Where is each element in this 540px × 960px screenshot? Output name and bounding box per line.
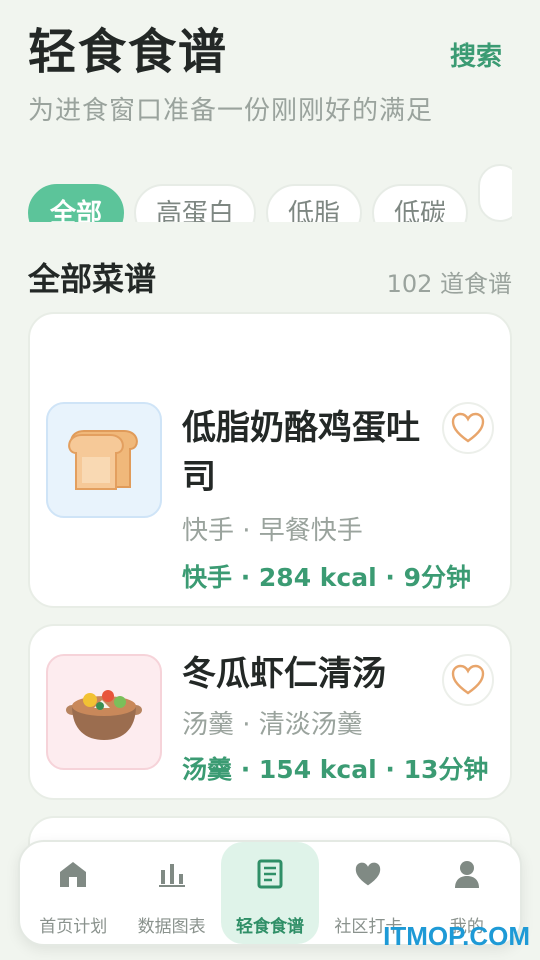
page-title: 轻食食谱 bbox=[28, 24, 229, 80]
recipe-book-icon bbox=[256, 856, 284, 892]
recipe-card[interactable]: 低脂奶酪鸡蛋吐司 快手 · 早餐快手 快手 · 284 kcal · 9分钟 bbox=[28, 312, 512, 608]
filter-chip-partial[interactable] bbox=[478, 164, 512, 222]
toast-icon bbox=[46, 402, 162, 518]
search-button[interactable]: 搜索 bbox=[450, 36, 502, 73]
tab-home-plan[interactable]: 首页计划 bbox=[24, 842, 122, 944]
recipe-tags: 快手 · 早餐快手 bbox=[182, 516, 363, 546]
tab-label: 数据图表 bbox=[137, 917, 206, 937]
soup-pot-icon bbox=[46, 654, 162, 770]
recipe-title: 低脂奶酪鸡蛋吐司 bbox=[182, 408, 420, 498]
home-icon bbox=[57, 856, 89, 892]
filter-chips: 全部 高蛋白 低脂 低碳 bbox=[28, 164, 512, 222]
tab-label: 轻食食谱 bbox=[236, 917, 305, 937]
section-title: 全部菜谱 bbox=[28, 260, 157, 298]
page-subtitle: 为进食窗口准备一份刚刚好的满足 bbox=[28, 95, 434, 126]
tab-recipes[interactable]: 轻食食谱 bbox=[220, 842, 320, 944]
favorite-button[interactable] bbox=[442, 402, 494, 454]
filter-chip-high-protein[interactable]: 高蛋白 bbox=[134, 184, 257, 222]
recipe-meta: 快手 · 284 kcal · 9分钟 bbox=[182, 563, 471, 592]
header: 轻食食谱 搜索 为进食窗口准备一份刚刚好的满足 bbox=[28, 24, 512, 127]
watermark: ITMOP.COM bbox=[383, 921, 530, 951]
filter-chip-low-carb[interactable]: 低碳 bbox=[372, 184, 469, 222]
heart-outline-icon bbox=[451, 412, 485, 443]
recipe-meta: 汤羹 · 154 kcal · 13分钟 bbox=[182, 755, 489, 784]
bar-chart-icon bbox=[157, 856, 187, 892]
filter-chip-low-fat[interactable]: 低脂 bbox=[266, 184, 363, 222]
tab-label: 首页计划 bbox=[39, 917, 108, 937]
recipe-tags: 汤羹 · 清淡汤羹 bbox=[182, 710, 363, 740]
recipe-count: 102 道食谱 bbox=[386, 270, 512, 298]
filter-chip-all[interactable]: 全部 bbox=[28, 184, 125, 222]
heart-icon bbox=[354, 856, 382, 892]
user-icon bbox=[453, 856, 481, 892]
heart-outline-icon bbox=[451, 664, 485, 695]
favorite-button[interactable] bbox=[442, 654, 494, 706]
tab-data-charts[interactable]: 数据图表 bbox=[122, 842, 220, 944]
recipe-title: 冬瓜虾仁清汤 bbox=[182, 654, 386, 694]
recipe-card[interactable]: 冬瓜虾仁清汤 汤羹 · 清淡汤羹 汤羹 · 154 kcal · 13分钟 bbox=[28, 624, 512, 800]
